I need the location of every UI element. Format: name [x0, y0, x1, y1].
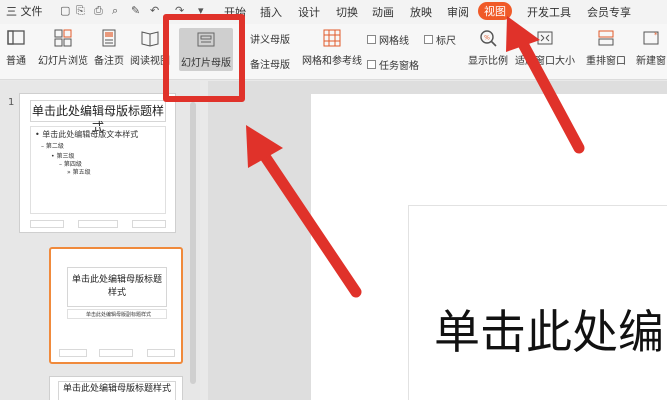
- annotation-arrows: [246, 16, 585, 298]
- arrow-to-view-tab: [506, 16, 585, 154]
- arrow-to-slide-master: [246, 125, 362, 298]
